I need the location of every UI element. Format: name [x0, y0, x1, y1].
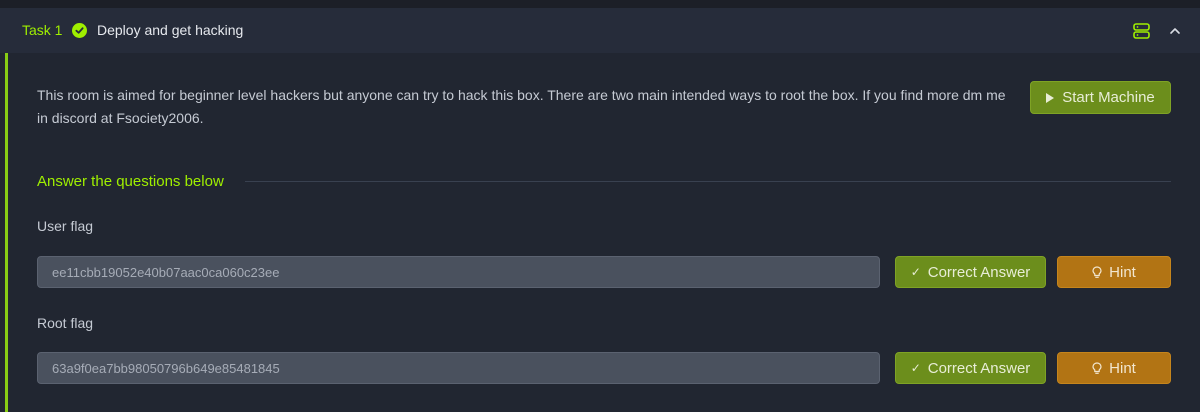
- root-flag-hint-button[interactable]: Hint: [1057, 352, 1171, 384]
- correct-answer-label: Correct Answer: [927, 359, 1031, 377]
- task-header[interactable]: Task 1 Deploy and get hacking: [0, 8, 1200, 53]
- hint-label: Hint: [1109, 359, 1136, 377]
- check-icon: ✓: [910, 265, 921, 279]
- lightbulb-icon: [1092, 265, 1102, 278]
- check-circle-icon: [72, 23, 87, 38]
- root-flag-correct-button[interactable]: ✓ Correct Answer: [895, 352, 1046, 384]
- hint-label: Hint: [1109, 263, 1136, 281]
- task-card: Task 1 Deploy and get hacking This room …: [0, 8, 1200, 412]
- lightbulb-icon: [1092, 361, 1102, 374]
- start-machine-button[interactable]: Start Machine: [1030, 81, 1171, 114]
- correct-answer-label: Correct Answer: [927, 263, 1031, 281]
- task-accent-bar: [5, 53, 8, 412]
- question-label-user-flag: User flag: [37, 218, 94, 234]
- start-machine-label: Start Machine: [1062, 89, 1155, 106]
- section-divider: [245, 181, 1171, 182]
- chevron-up-icon[interactable]: [1168, 24, 1182, 36]
- server-icon[interactable]: [1133, 23, 1150, 39]
- task-number: Task 1: [22, 22, 63, 38]
- check-icon: ✓: [910, 361, 921, 375]
- task-title: Deploy and get hacking: [97, 22, 244, 38]
- user-flag-correct-button[interactable]: ✓ Correct Answer: [895, 256, 1046, 288]
- play-icon: [1046, 92, 1055, 103]
- user-flag-hint-button[interactable]: Hint: [1057, 256, 1171, 288]
- question-label-root-flag: Root flag: [37, 315, 94, 331]
- section-title: Answer the questions below: [37, 173, 224, 190]
- root-flag-input[interactable]: [37, 352, 880, 384]
- user-flag-input[interactable]: [37, 256, 880, 288]
- task-description: This room is aimed for beginner level ha…: [37, 87, 1006, 126]
